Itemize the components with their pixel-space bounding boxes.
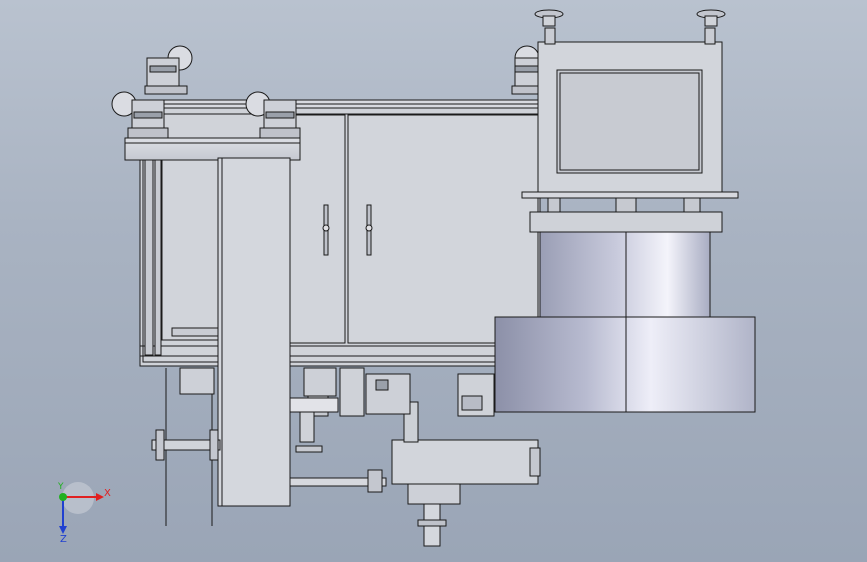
left-pulley[interactable] [151, 367, 221, 526]
vertical-actuator[interactable] [407, 483, 461, 547]
door-handle-right[interactable] [365, 204, 373, 256]
valve-block[interactable] [365, 373, 411, 415]
caster-wheel-1[interactable] [144, 45, 193, 95]
gear-assembly[interactable] [457, 373, 495, 417]
cylinder-rod[interactable] [289, 397, 339, 453]
cabinet-door-right[interactable] [347, 114, 539, 344]
machine-assembly-drawing[interactable] [0, 0, 867, 562]
upper-cylinder[interactable] [539, 231, 711, 318]
caster-wheel-2[interactable] [111, 91, 169, 139]
left-bracket[interactable] [171, 327, 219, 337]
vertical-column[interactable] [217, 157, 291, 507]
top-rail[interactable] [159, 99, 541, 115]
cad-viewport[interactable]: X Y Z [0, 0, 867, 562]
horizontal-shaft[interactable] [289, 469, 387, 493]
upper-frame[interactable] [537, 27, 723, 195]
sensor-block-2[interactable] [339, 367, 365, 417]
leveling-foot-left[interactable] [534, 9, 564, 27]
lower-drum[interactable] [494, 316, 756, 413]
mounting-plate[interactable] [521, 191, 739, 233]
left-inner-panel[interactable] [161, 159, 219, 341]
x-axis-label: X [104, 488, 111, 499]
y-axis-dot [59, 493, 67, 501]
top-bracket-plate[interactable] [124, 137, 301, 161]
leveling-foot-right[interactable] [696, 9, 726, 27]
y-axis-label: Y [58, 482, 64, 492]
orientation-triad [59, 482, 104, 534]
z-axis-label: Z [60, 534, 67, 545]
door-handle-left[interactable] [322, 204, 330, 256]
